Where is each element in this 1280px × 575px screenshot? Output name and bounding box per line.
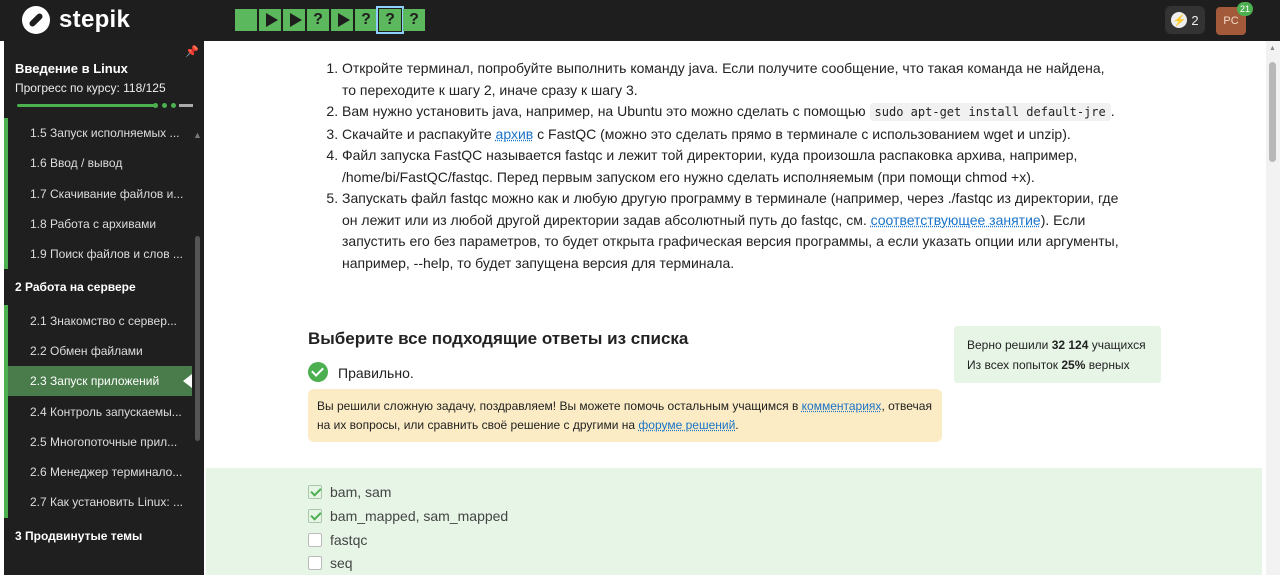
progress-dot xyxy=(171,103,176,108)
stats-percent: 25% xyxy=(1061,358,1086,372)
step-2-video[interactable] xyxy=(259,9,281,31)
option-label: seq xyxy=(330,555,353,571)
question-icon: ? xyxy=(313,11,323,28)
sidebar-item-2-5[interactable]: 2.5 Многопоточные прил... xyxy=(4,426,192,457)
course-progress-bar xyxy=(17,104,155,107)
stats-text: Из всех попыток xyxy=(967,358,1062,372)
scroll-up-icon[interactable]: ▲ xyxy=(193,130,202,140)
sidebar-item-2-4[interactable]: 2.4 Контроль запускаемы... xyxy=(4,396,192,427)
archive-link[interactable]: архив xyxy=(496,126,534,142)
stepik-logo-icon xyxy=(22,6,50,34)
instruction-step: Скачайте и распакуйте архив с FastQC (мо… xyxy=(342,124,1120,146)
step-4-quiz[interactable]: ? xyxy=(307,9,329,31)
question-icon: ? xyxy=(409,11,419,28)
logo-text: stepik xyxy=(59,6,131,33)
instruction-text: Вам нужно установить java, например, на … xyxy=(342,103,870,119)
energy-count: 2 xyxy=(1191,12,1199,28)
instruction-text: Файл запуска FastQC называется fastqc и … xyxy=(342,147,1078,185)
option-checkbox[interactable] xyxy=(308,485,322,499)
install-command: sudo apt-get install default-jre xyxy=(869,103,1111,121)
avatar-initials: PC xyxy=(1223,15,1239,27)
play-icon xyxy=(289,13,302,27)
answer-option[interactable]: bam, sam xyxy=(308,484,391,500)
answer-options: bam, sam bam_mapped, sam_mapped fastqc s… xyxy=(206,468,1262,575)
course-title[interactable]: Введение в Linux xyxy=(15,61,128,76)
notification-badge: 21 xyxy=(1237,2,1254,16)
option-checkbox[interactable] xyxy=(308,556,322,570)
course-sidebar: 📌 Введение в Linux Прогресс по курсу: 11… xyxy=(4,41,204,575)
energy-button[interactable]: ⚡ 2 xyxy=(1165,6,1205,34)
play-icon xyxy=(337,13,350,27)
lightning-icon: ⚡ xyxy=(1171,12,1188,28)
main-content: Откройте терминал, попробуйте выполнить … xyxy=(206,41,1262,575)
stats-solved-line: Верно решили 32 124 учащихся xyxy=(967,335,1148,355)
stats-text: Верно решили xyxy=(967,338,1052,352)
progress-remaining xyxy=(179,104,193,107)
stepik-logo[interactable]: stepik xyxy=(22,6,130,34)
instruction-text: Откройте терминал, попробуйте выполнить … xyxy=(342,60,1105,98)
stats-text: верных xyxy=(1085,358,1130,372)
instruction-text: с FastQC (можно это сделать прямо в терм… xyxy=(533,125,1071,142)
sidebar-section-2[interactable]: 2 Работа на сервере xyxy=(4,269,192,305)
play-icon xyxy=(265,13,278,27)
congrats-text: . xyxy=(735,417,739,432)
answer-option[interactable]: bam_mapped, sam_mapped xyxy=(308,508,508,524)
congrats-text: Вы решили сложную задачу, поздравляем! В… xyxy=(317,399,802,413)
sidebar-item-1-7[interactable]: 1.7 Скачивание файлов и... xyxy=(4,178,192,209)
course-progress-label: Прогресс по курсу: 118/125 xyxy=(15,81,166,95)
comments-link[interactable]: комментариях xyxy=(802,399,882,413)
success-check-icon xyxy=(308,362,328,382)
sidebar-item-2-1[interactable]: 2.1 Знакомство с сервер... xyxy=(4,305,192,336)
pin-icon[interactable]: 📌 xyxy=(185,45,199,58)
answer-option[interactable]: seq xyxy=(308,555,353,571)
top-bar: stepik ? ? ? ? ⚡ 2 PC 21 xyxy=(0,0,1280,41)
congrats-notice: Вы решили сложную задачу, поздравляем! В… xyxy=(308,389,942,442)
progress-dot xyxy=(162,103,167,108)
stats-solved-count: 32 124 xyxy=(1051,338,1089,352)
question-icon: ? xyxy=(385,11,395,28)
instructions-list: Откройте терминал, попробуйте выполнить … xyxy=(320,58,1120,274)
option-checkbox[interactable] xyxy=(308,533,322,547)
lesson-link[interactable]: соответствующее занятие xyxy=(871,212,1041,228)
instruction-text: Скачайте и распакуйте xyxy=(342,125,496,142)
sidebar-section-3[interactable]: 3 Продвинутые темы xyxy=(4,518,192,554)
sidebar-item-2-7[interactable]: 2.7 Как установить Linux: ... xyxy=(4,487,192,518)
lesson-steps: ? ? ? ? xyxy=(235,6,425,34)
result-label: Правильно. xyxy=(338,365,414,381)
sidebar-item-2-2[interactable]: 2.2 Обмен файлами xyxy=(4,335,192,367)
step-6-quiz[interactable]: ? xyxy=(355,9,377,31)
sidebar-scrollbar[interactable] xyxy=(195,236,200,441)
option-label: fastqc xyxy=(330,532,368,548)
page-scrollbar-thumb[interactable] xyxy=(1269,62,1276,162)
sidebar-item-1-5[interactable]: 1.5 Запуск исполняемых ... xyxy=(4,118,192,149)
sidebar-item-2-3[interactable]: 2.3 Запуск приложений xyxy=(4,366,192,397)
stats-text: учащихся xyxy=(1088,338,1146,352)
instruction-step: Вам нужно установить java, например, на … xyxy=(342,101,1120,124)
step-1-theory[interactable] xyxy=(235,9,257,31)
sidebar-item-1-9[interactable]: 1.9 Поиск файлов и слов ... xyxy=(4,239,192,270)
progress-dot xyxy=(153,103,158,108)
quiz-title: Выберите все подходящие ответы из списка xyxy=(308,329,689,348)
step-3-video[interactable] xyxy=(283,9,305,31)
stats-percent-line: Из всех попыток 25% верных xyxy=(967,355,1148,375)
option-label: bam_mapped, sam_mapped xyxy=(330,508,509,524)
answer-option[interactable]: fastqc xyxy=(308,532,367,548)
quiz-stats: Верно решили 32 124 учащихся Из всех поп… xyxy=(954,326,1161,383)
sidebar-item-1-8[interactable]: 1.8 Работа с архивами xyxy=(4,208,192,240)
solutions-forum-link[interactable]: форуме решений xyxy=(638,418,735,432)
instruction-step: Откройте терминал, попробуйте выполнить … xyxy=(342,58,1120,101)
sidebar-item-1-6[interactable]: 1.6 Ввод / вывод xyxy=(4,148,192,179)
instruction-step: Запускать файл fastqc можно как и любую … xyxy=(342,188,1120,274)
step-8-quiz[interactable]: ? xyxy=(403,9,425,31)
option-label: bam, sam xyxy=(330,484,392,500)
option-checkbox[interactable] xyxy=(308,509,322,523)
sidebar-item-2-6[interactable]: 2.6 Менеджер терминало... xyxy=(4,456,192,488)
instruction-text: . xyxy=(1110,103,1115,119)
question-icon: ? xyxy=(361,11,371,28)
lesson-nav: 1.5 Запуск исполняемых ... 1.6 Ввод / вы… xyxy=(4,118,192,554)
scroll-up-arrow-icon[interactable]: ▲ xyxy=(1269,45,1276,52)
step-5-video[interactable] xyxy=(331,9,353,31)
step-7-quiz-current[interactable]: ? xyxy=(376,6,404,34)
instruction-step: Файл запуска FastQC называется fastqc и … xyxy=(342,145,1120,188)
